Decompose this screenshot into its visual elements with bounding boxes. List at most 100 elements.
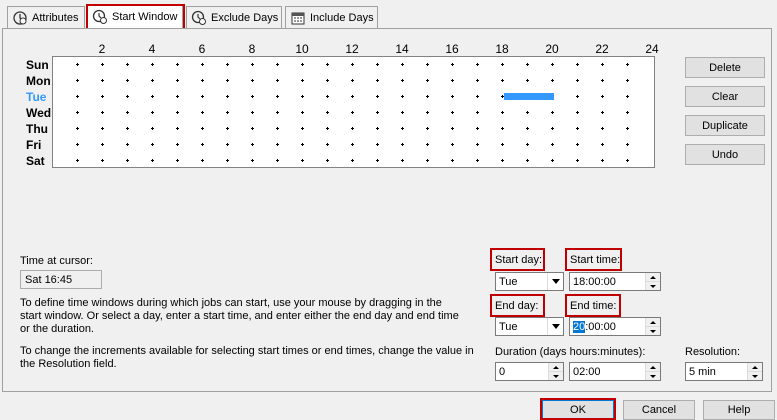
grid-tick: [276, 159, 279, 162]
duplicate-button[interactable]: Duplicate: [685, 115, 765, 136]
grid-tick: [101, 63, 104, 66]
grid-tick: [251, 95, 254, 98]
hour-label: 14: [395, 42, 409, 56]
spin-up-icon[interactable]: [646, 273, 660, 282]
chevron-down-icon[interactable]: [547, 318, 563, 335]
grid-tick: [576, 111, 579, 114]
start-time-stepper[interactable]: 18:00:00: [569, 272, 661, 291]
grid-tick: [451, 111, 454, 114]
undo-button[interactable]: Undo: [685, 144, 765, 165]
spin-down-icon[interactable]: [646, 372, 660, 380]
grid-tick: [501, 143, 504, 146]
grid-tick: [251, 127, 254, 130]
spin-up-icon[interactable]: [549, 363, 563, 372]
grid-tick: [351, 143, 354, 146]
end-time-selected-part: 20: [573, 320, 586, 333]
grid-tick: [501, 111, 504, 114]
grid-tick: [451, 159, 454, 162]
delete-button[interactable]: Delete: [685, 57, 765, 78]
end-time-stepper[interactable]: 20:00:00: [569, 317, 661, 336]
time-at-cursor-field: Sat 16:45: [20, 270, 102, 289]
start-day-select[interactable]: Tue: [495, 272, 564, 291]
grid-tick: [151, 111, 154, 114]
grid-tick: [326, 111, 329, 114]
grid-tick: [426, 111, 429, 114]
start-window-icon: [92, 9, 108, 25]
grid-tick: [626, 143, 629, 146]
grid-tick: [151, 79, 154, 82]
resolution-stepper[interactable]: 5 min: [685, 362, 763, 381]
grid-tick: [101, 127, 104, 130]
grid-tick: [451, 95, 454, 98]
grid-tick: [226, 95, 229, 98]
start-window-grid[interactable]: [52, 56, 655, 168]
duration-days-stepper[interactable]: 0: [495, 362, 564, 381]
grid-tick: [76, 63, 79, 66]
grid-tick: [326, 143, 329, 146]
grid-tick: [626, 159, 629, 162]
tab-strip: Attributes Start Window Exclude Days Inc…: [0, 0, 777, 30]
tab-attributes[interactable]: Attributes: [7, 6, 85, 28]
grid-tick: [501, 159, 504, 162]
help-button[interactable]: Help: [703, 400, 775, 420]
clear-button[interactable]: Clear: [685, 86, 765, 107]
grid-tick: [151, 143, 154, 146]
grid-tick: [576, 63, 579, 66]
spin-down-icon[interactable]: [549, 372, 563, 380]
tab-start-window[interactable]: Start Window: [87, 4, 183, 29]
grid-tick: [101, 143, 104, 146]
start-window-bar[interactable]: [504, 93, 554, 100]
end-day-select[interactable]: Tue: [495, 317, 564, 336]
grid-tick: [301, 159, 304, 162]
grid-tick: [326, 63, 329, 66]
grid-tick: [576, 79, 579, 82]
grid-tick: [201, 143, 204, 146]
spin-down-icon[interactable]: [646, 327, 660, 335]
spin-up-icon[interactable]: [646, 363, 660, 372]
tab-label: Start Window: [112, 11, 178, 23]
grid-tick: [376, 63, 379, 66]
grid-tick: [176, 63, 179, 66]
grid-tick: [526, 79, 529, 82]
grid-tick: [226, 111, 229, 114]
grid-tick: [526, 111, 529, 114]
grid-tick: [301, 79, 304, 82]
day-label-tue: Tue: [26, 90, 47, 104]
spin-down-icon[interactable]: [748, 372, 762, 380]
duration-time-stepper[interactable]: 02:00: [569, 362, 661, 381]
grid-tick: [351, 95, 354, 98]
grid-tick: [401, 111, 404, 114]
grid-tick: [301, 63, 304, 66]
grid-tick: [376, 127, 379, 130]
day-label-wed: Wed: [26, 106, 52, 120]
grid-tick: [426, 79, 429, 82]
grid-tick: [326, 159, 329, 162]
grid-tick: [226, 127, 229, 130]
grid-tick: [126, 111, 129, 114]
resolution-help: To change the increments available for s…: [20, 345, 474, 370]
hour-label: 16: [445, 42, 459, 56]
hour-label: 24: [645, 42, 659, 56]
grid-tick: [451, 143, 454, 146]
cancel-button[interactable]: Cancel: [623, 400, 695, 420]
chevron-down-icon[interactable]: [547, 273, 563, 290]
grid-tick: [476, 95, 479, 98]
tab-include-days[interactable]: Include Days: [285, 6, 378, 28]
grid-tick: [601, 79, 604, 82]
grid-tick: [126, 63, 129, 66]
grid-tick: [226, 159, 229, 162]
grid-tick: [301, 127, 304, 130]
spin-up-icon[interactable]: [748, 363, 762, 372]
grid-tick: [401, 95, 404, 98]
grid-tick: [476, 111, 479, 114]
grid-tick: [426, 127, 429, 130]
tab-exclude-days[interactable]: Exclude Days: [186, 6, 282, 28]
grid-tick: [551, 63, 554, 66]
grid-tick: [276, 63, 279, 66]
spin-down-icon[interactable]: [646, 282, 660, 290]
grid-tick: [326, 79, 329, 82]
grid-tick: [626, 63, 629, 66]
ok-button[interactable]: OK: [542, 400, 614, 420]
spin-up-icon[interactable]: [646, 318, 660, 327]
grid-tick: [426, 95, 429, 98]
